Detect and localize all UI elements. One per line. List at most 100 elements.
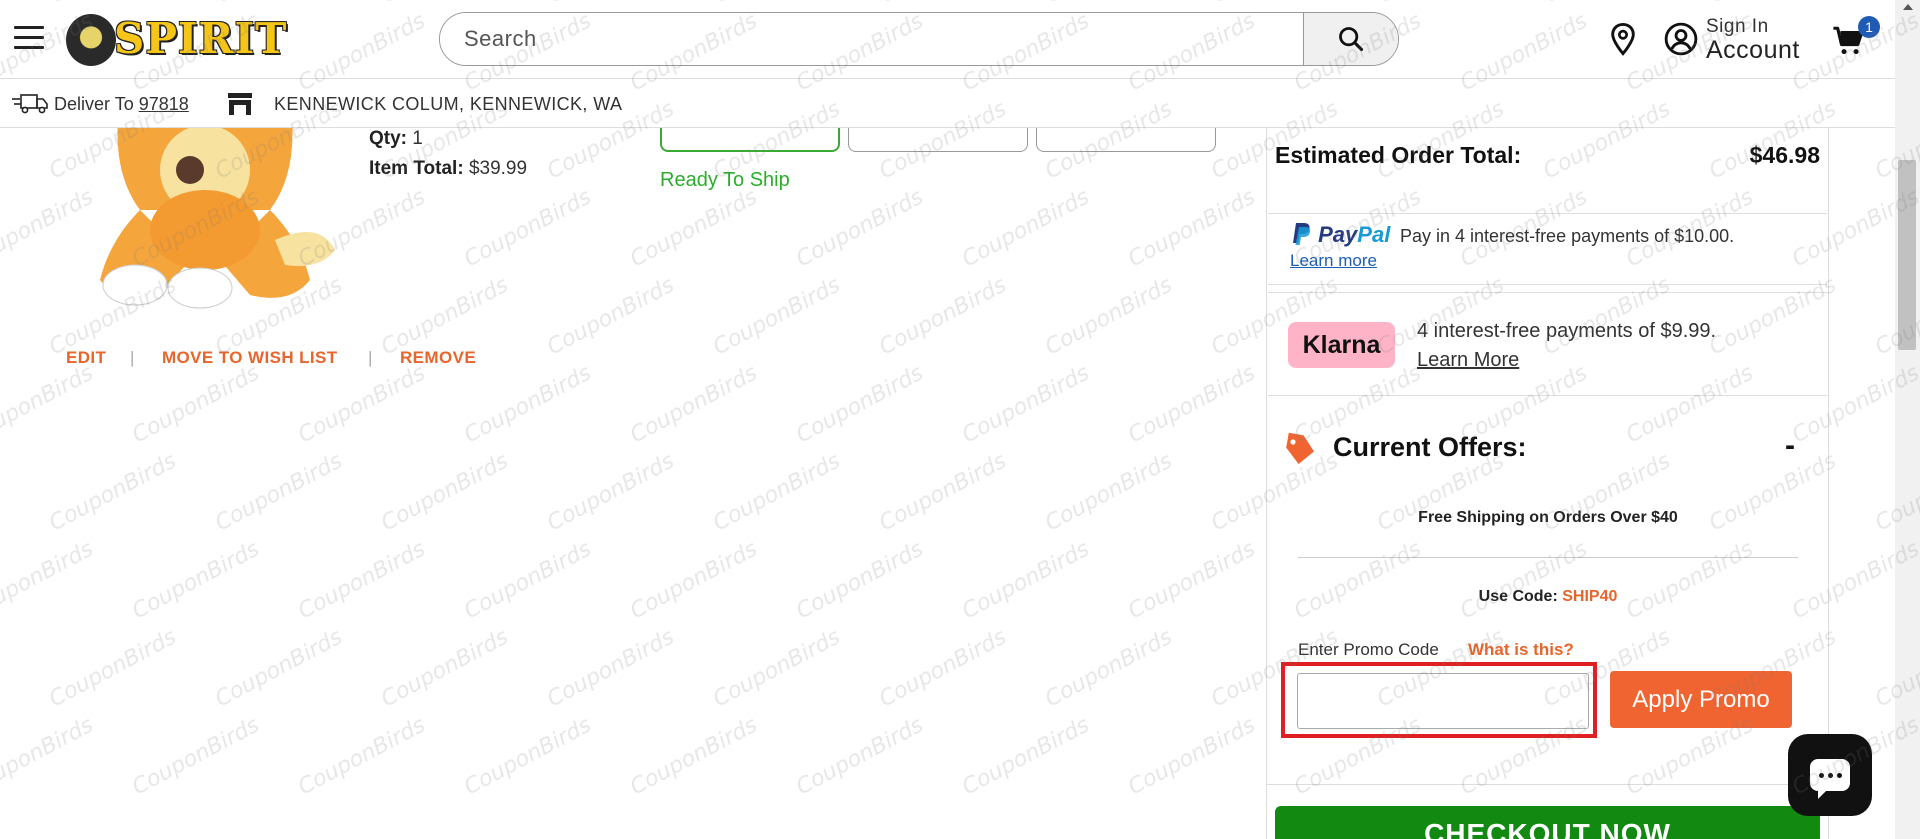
- watermark-text: CouponBirds: [543, 448, 679, 537]
- watermark-text: CouponBirds: [1041, 448, 1177, 537]
- paypal-brand-b: Pal: [1357, 222, 1391, 247]
- watermark-text: CouponBirds: [128, 712, 264, 801]
- logo-reaper-icon: [66, 14, 116, 66]
- qty-label: Qty:: [369, 128, 407, 149]
- watermark-text: CouponBirds: [1124, 184, 1260, 273]
- watermark-text: CouponBirds: [626, 712, 762, 801]
- chat-button[interactable]: [1788, 734, 1872, 816]
- move-to-wishlist-link[interactable]: MOVE TO WISH LIST: [162, 348, 338, 368]
- store-icon: [228, 93, 252, 115]
- watermark-text: CouponBirds: [543, 624, 679, 713]
- watermark-text: CouponBirds: [45, 448, 181, 537]
- watermark-text: CouponBirds: [1124, 536, 1260, 625]
- chat-icon: [1810, 759, 1850, 799]
- paypal-p-icon: [1293, 223, 1311, 245]
- watermark-text: CouponBirds: [1041, 272, 1177, 361]
- watermark-text: CouponBirds: [875, 624, 1011, 713]
- location-pin-icon[interactable]: [1608, 22, 1638, 56]
- paypal-learn-more-link[interactable]: Learn more: [1290, 251, 1377, 271]
- watermark-text: CouponBirds: [1124, 360, 1260, 449]
- watermark-text: CouponBirds: [211, 448, 347, 537]
- watermark-text: CouponBirds: [958, 360, 1094, 449]
- search-bar: [439, 12, 1399, 66]
- watermark-text: CouponBirds: [792, 360, 928, 449]
- qty-value: 1: [412, 128, 423, 149]
- offer-free-shipping: Free Shipping on Orders Over $40: [1418, 509, 1678, 526]
- account-link[interactable]: Sign In Account: [1664, 14, 1814, 66]
- product-image[interactable]: [80, 110, 340, 310]
- current-offers-title: Current Offers:: [1333, 432, 1527, 462]
- watermark-text: CouponBirds: [792, 536, 928, 625]
- paypal-logo: PayPal: [1290, 221, 1390, 248]
- watermark-text: CouponBirds: [958, 712, 1094, 801]
- watermark-text: CouponBirds: [294, 536, 430, 625]
- klarna-logo: Klarna: [1288, 322, 1395, 368]
- watermark-text: CouponBirds: [875, 272, 1011, 361]
- watermark-text: CouponBirds: [626, 184, 762, 273]
- watermark-text: CouponBirds: [709, 272, 845, 361]
- watermark-text: CouponBirds: [377, 624, 513, 713]
- spirit-logo[interactable]: SPIRIT: [64, 10, 286, 68]
- truck-icon: [12, 94, 48, 114]
- scroll-thumb[interactable]: [1898, 160, 1916, 350]
- apply-promo-button[interactable]: Apply Promo: [1610, 671, 1792, 728]
- offer-use-code: Use Code: SHIP40: [1298, 588, 1798, 606]
- item-total: Item Total: $39.99: [369, 158, 527, 180]
- watermark-text: CouponBirds: [460, 360, 596, 449]
- hamburger-icon[interactable]: [14, 26, 44, 50]
- site-header: SPIRIT Sign In Account 1: [0, 0, 1895, 78]
- paypal-message: Pay in 4 interest-free payments of $10.0…: [1400, 226, 1735, 246]
- checkout-now-button[interactable]: CHECKOUT NOW: [1275, 806, 1820, 839]
- availability-status: Ready To Ship: [660, 169, 790, 191]
- use-code-label: Use Code:: [1478, 588, 1558, 605]
- account-icon: [1664, 22, 1698, 56]
- watermark-text: CouponBirds: [709, 448, 845, 537]
- store-name-link[interactable]: KENNEWICK COLUM, KENNEWICK, WA: [274, 94, 622, 115]
- watermark-text: CouponBirds: [0, 360, 98, 449]
- checkout-divider: [1266, 784, 1829, 785]
- edit-link[interactable]: EDIT: [66, 348, 106, 368]
- tag-icon: [1286, 432, 1314, 464]
- watermark-text: CouponBirds: [211, 624, 347, 713]
- watermark-text: CouponBirds: [626, 360, 762, 449]
- watermark-text: CouponBirds: [626, 536, 762, 625]
- divider: |: [368, 348, 373, 367]
- divider: |: [130, 348, 135, 367]
- page: SPIRIT Sign In Account 1 Deliver To 9781…: [0, 0, 1920, 839]
- watermark-text: CouponBirds: [875, 448, 1011, 537]
- watermark-text: CouponBirds: [792, 184, 928, 273]
- remove-link[interactable]: REMOVE: [400, 348, 476, 368]
- watermark-text: CouponBirds: [0, 536, 98, 625]
- estimated-total-label: Estimated Order Total:: [1275, 142, 1522, 168]
- offers-collapse-toggle[interactable]: -: [1785, 429, 1795, 463]
- search-input[interactable]: [440, 13, 1304, 65]
- item-qty: Qty: 1: [369, 128, 423, 150]
- klarna-learn-more-link[interactable]: Learn More: [1417, 349, 1519, 372]
- watermark-text: CouponBirds: [958, 184, 1094, 273]
- search-button[interactable]: [1303, 13, 1398, 65]
- watermark-text: CouponBirds: [460, 536, 596, 625]
- watermark-text: CouponBirds: [1124, 712, 1260, 801]
- watermark-text: CouponBirds: [460, 184, 596, 273]
- estimated-total-value: $46.98: [1749, 142, 1820, 168]
- item-total-value: $39.99: [468, 158, 528, 179]
- watermark-text: CouponBirds: [294, 360, 430, 449]
- page-scrollbar[interactable]: [1895, 0, 1920, 839]
- watermark-text: CouponBirds: [0, 712, 98, 801]
- scroll-up-arrow-icon[interactable]: [1903, 4, 1913, 10]
- watermark-text: CouponBirds: [294, 712, 430, 801]
- cart-button[interactable]: 1: [1832, 16, 1882, 62]
- deliver-to-label: Deliver To: [54, 94, 134, 114]
- watermark-text: CouponBirds: [377, 448, 513, 537]
- zip-code-link[interactable]: 97818: [139, 94, 189, 114]
- cart-count-badge: 1: [1858, 16, 1880, 38]
- watermark-text: CouponBirds: [45, 624, 181, 713]
- promo-code-input[interactable]: [1297, 673, 1589, 729]
- logo-text: SPIRIT: [114, 14, 288, 63]
- watermark-text: CouponBirds: [958, 536, 1094, 625]
- watermark-text: CouponBirds: [1041, 624, 1177, 713]
- sign-in-label: Sign In: [1706, 16, 1769, 37]
- promo-what-is-this-link[interactable]: What is this?: [1468, 640, 1574, 660]
- klarna-message: 4 interest-free payments of $9.99.: [1417, 320, 1717, 342]
- use-code-value: SHIP40: [1562, 588, 1618, 605]
